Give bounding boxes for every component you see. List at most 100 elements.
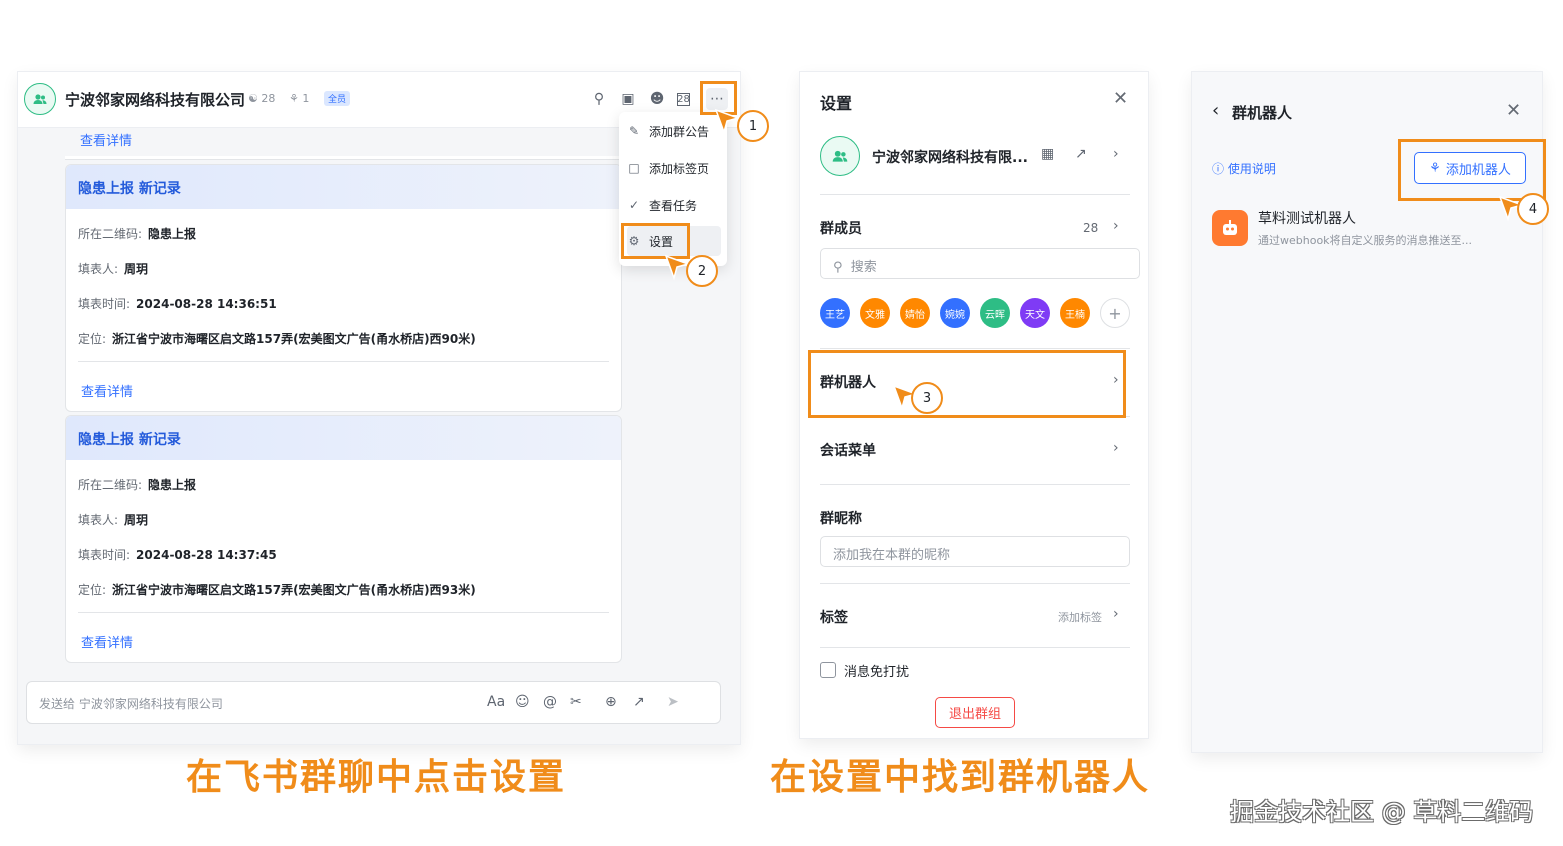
exit-group-button[interactable]: 退出群组 — [935, 697, 1015, 728]
divider — [820, 647, 1130, 648]
filler-label: 填表人: — [78, 513, 119, 527]
chevron-right-icon[interactable]: › — [1113, 440, 1119, 456]
time-label: 填表时间: — [78, 548, 131, 562]
calendar-icon[interactable]: 28 — [677, 93, 690, 106]
chat-window: 宁波邻家网络科技有限公司 ☯ 28 ⚘ 1 全员 ⚲ ▣ ☻ 28 ⋯ 查看详情… — [18, 72, 740, 744]
chevron-right-icon[interactable]: › — [1113, 146, 1119, 162]
tags-label: 标签 — [820, 610, 848, 626]
emoji-icon[interactable]: ☺ — [515, 694, 530, 710]
card-bottom-edge — [65, 156, 622, 160]
qr-value: 隐患上报 — [148, 478, 197, 492]
view-details-link[interactable]: 查看详情 — [81, 632, 133, 651]
session-menu-label[interactable]: 会话菜单 — [820, 440, 876, 460]
menu-item-label: 添加标签页 — [649, 161, 710, 176]
chevron-right-icon[interactable]: › — [1113, 218, 1119, 234]
group-avatar[interactable] — [820, 136, 860, 176]
close-icon[interactable]: ✕ — [1506, 100, 1521, 121]
qr-code-icon[interactable]: ▦ — [1041, 146, 1054, 162]
divider — [820, 484, 1130, 485]
mute-checkbox[interactable] — [820, 662, 836, 678]
back-arrow-icon[interactable]: ‹ — [1212, 100, 1219, 121]
step-badge-1: 1 — [737, 110, 769, 142]
announcement-icon: ✎ — [628, 124, 640, 138]
qr-row: 所在二维码: 隐患上报 — [78, 476, 196, 493]
menu-item-label: 查看任务 — [649, 198, 698, 213]
add-member-icon[interactable]: ☻ — [648, 90, 666, 108]
text-format-icon[interactable]: Aa — [487, 694, 505, 710]
question-circle-icon: ⓘ — [1212, 162, 1225, 176]
location-row: 定位: 浙江省宁波市海曙区启文路157弄(宏美图文广告(甬水桥店)西90米) — [78, 330, 476, 347]
location-row: 定位: 浙江省宁波市海曙区启文路157弄(宏美图文广告(甬水桥店)西93米) — [78, 581, 476, 598]
location-value: 浙江省宁波市海曙区启文路157弄(宏美图文广告(甬水桥店)西93米) — [112, 583, 476, 597]
send-icon[interactable]: ➤ — [667, 694, 679, 710]
step-badge-3: 3 — [911, 382, 943, 414]
qr-row: 所在二维码: 隐患上报 — [78, 225, 196, 242]
time-label: 填表时间: — [78, 297, 131, 311]
mention-icon[interactable]: @ — [543, 694, 557, 710]
step-badge-2: 2 — [686, 255, 718, 287]
bots-title: 群机器人 — [1232, 104, 1293, 122]
card-divider — [78, 612, 609, 613]
nickname-input[interactable]: 添加我在本群的昵称 — [820, 536, 1130, 567]
caption-middle: 在设置中找到群机器人 — [770, 757, 1151, 798]
qr-label: 所在二维码: — [78, 227, 143, 241]
robot-face-icon — [1223, 220, 1237, 235]
member-avatar[interactable]: 婧怡 — [900, 298, 930, 328]
share-icon[interactable]: ↗ — [1075, 146, 1087, 162]
group-icon — [832, 150, 848, 162]
divider — [820, 348, 1130, 349]
video-call-icon[interactable]: ▣ — [619, 90, 637, 108]
location-label: 定位: — [78, 583, 107, 597]
member-avatar[interactable]: 王楠 — [1060, 298, 1090, 328]
member-count-value: 28 — [261, 92, 276, 105]
menu-add-tab[interactable]: □ 添加标签页 — [627, 153, 721, 183]
member-avatar[interactable]: 云晖 — [980, 298, 1010, 328]
add-member-button[interactable]: + — [1100, 298, 1130, 328]
close-icon[interactable]: ✕ — [1113, 88, 1128, 109]
view-details-link[interactable]: 查看详情 — [81, 381, 133, 400]
time-value: 2024-08-28 14:36:51 — [136, 297, 277, 311]
view-details-link-top[interactable]: 查看详情 — [80, 130, 132, 149]
help-label: 使用说明 — [1227, 162, 1276, 176]
expand-icon[interactable]: ↗ — [633, 694, 645, 710]
members-icon: ☯ — [248, 92, 258, 105]
member-avatar[interactable]: 王艺 — [820, 298, 850, 328]
filler-label: 填表人: — [78, 262, 119, 276]
member-count: ☯ 28 — [248, 92, 275, 105]
plus-circle-icon[interactable]: ⊕ — [605, 694, 617, 710]
member-avatar[interactable]: 婉婉 — [940, 298, 970, 328]
search-icon: ⚲ — [833, 260, 843, 275]
settings-title: 设置 — [820, 94, 853, 113]
qr-label: 所在二维码: — [78, 478, 143, 492]
menu-add-announcement[interactable]: ✎ 添加群公告 — [627, 116, 721, 146]
chat-group-title[interactable]: 宁波邻家网络科技有限公司 — [65, 89, 245, 110]
menu-view-tasks[interactable]: ✓ 查看任务 — [627, 190, 721, 220]
member-search-input[interactable]: ⚲ 搜索 — [820, 248, 1140, 279]
help-link[interactable]: ⓘ 使用说明 — [1212, 160, 1276, 177]
scissors-icon[interactable]: ✂ — [570, 694, 582, 710]
member-avatar[interactable]: 天文 — [1020, 298, 1050, 328]
search-icon[interactable]: ⚲ — [590, 90, 608, 108]
divider — [820, 194, 1130, 195]
menu-item-label: 添加群公告 — [649, 124, 710, 139]
settings-group-name[interactable]: 宁波邻家网络科技有限... — [872, 147, 1028, 167]
message-composer[interactable]: 发送给 宁波邻家网络科技有限公司 Aa ☺ @ ✂ ⊕ ↗ ➤ — [26, 681, 721, 724]
location-label: 定位: — [78, 332, 107, 346]
filler-row: 填表人: 周玥 — [78, 511, 148, 528]
search-placeholder: 搜索 — [850, 260, 877, 275]
members-count: 28 — [1083, 221, 1099, 235]
bot-description: 通过webhook将自定义服务的消息推送至... — [1258, 234, 1473, 247]
add-tag-link[interactable]: 添加标签 — [1058, 609, 1102, 625]
chevron-right-icon[interactable]: › — [1113, 606, 1119, 622]
members-label[interactable]: 群成员 — [820, 218, 862, 238]
bot-name[interactable]: 草料测试机器人 — [1258, 208, 1356, 228]
card-divider — [78, 361, 609, 362]
divider — [820, 583, 1130, 584]
bot-count: ⚘ 1 — [289, 92, 309, 105]
card-title: 隐患上报 新记录 — [66, 416, 621, 460]
group-avatar[interactable] — [24, 83, 56, 115]
filler-value: 周玥 — [124, 513, 149, 527]
bot-avatar[interactable] — [1212, 210, 1248, 246]
mute-label: 消息免打扰 — [844, 665, 910, 680]
member-avatar[interactable]: 文雅 — [860, 298, 890, 328]
